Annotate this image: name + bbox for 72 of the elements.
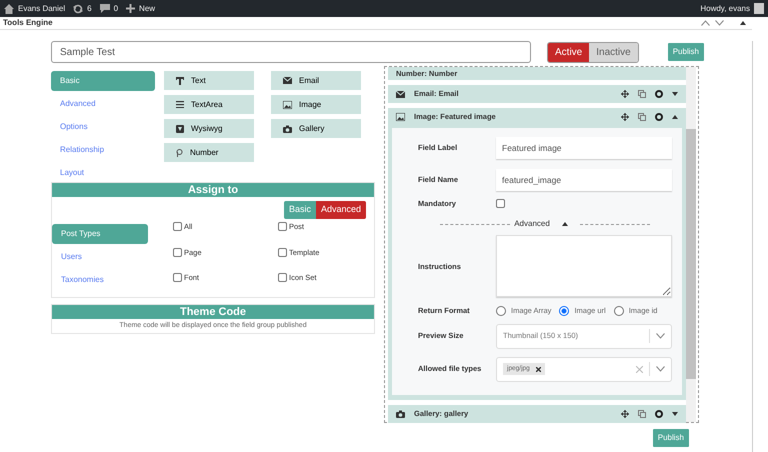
site-name[interactable]: Evans Daniel: [18, 2, 66, 14]
envelope-icon: [396, 90, 405, 98]
radio-button[interactable]: [496, 306, 506, 316]
checkbox[interactable]: [278, 222, 287, 231]
lines-icon: [176, 101, 184, 108]
sidebar-tab[interactable]: Layout: [51, 163, 155, 183]
field-type-button[interactable]: Gallery: [271, 119, 361, 138]
house-icon[interactable]: [4, 4, 14, 14]
radio-button[interactable]: [559, 306, 570, 316]
assign-tab[interactable]: Users: [52, 246, 148, 266]
caret-icon[interactable]: [740, 21, 746, 25]
text-icon: [176, 76, 184, 84]
title-field[interactable]: Sample Test: [51, 41, 531, 63]
remove-icon[interactable]: [536, 366, 541, 372]
image-icon: [283, 100, 292, 108]
comment-icon[interactable]: [100, 4, 110, 13]
settings-icon[interactable]: [655, 90, 663, 98]
field-type-button[interactable]: Wysiwyg: [164, 119, 254, 138]
field-type-button[interactable]: Text: [164, 71, 254, 90]
copy-icon[interactable]: [638, 113, 646, 121]
field-type-button[interactable]: Image: [271, 95, 361, 114]
caret-icon[interactable]: [672, 92, 678, 96]
settings-icon[interactable]: [655, 113, 663, 121]
advanced-toggle[interactable]: Advanced: [514, 218, 550, 230]
chevron-down-icon[interactable]: [656, 333, 665, 339]
checkbox[interactable]: [173, 222, 182, 231]
comments-count[interactable]: 0: [114, 2, 118, 14]
status-toggle-button[interactable]: Inactive: [589, 42, 638, 62]
envelope-icon: [283, 77, 292, 84]
sidebar-tab[interactable]: Advanced: [51, 94, 155, 114]
move-icon[interactable]: [621, 410, 629, 418]
camera-icon: [396, 410, 405, 418]
chevron-down-icon[interactable]: [715, 20, 724, 26]
copy-icon[interactable]: [638, 410, 646, 418]
scrollbar[interactable]: [686, 67, 696, 422]
checkbox[interactable]: [496, 199, 505, 208]
sidebar-tab[interactable]: Options: [51, 117, 155, 137]
radio-button[interactable]: [614, 306, 624, 316]
text-field[interactable]: Featured image: [496, 137, 672, 159]
caret-icon[interactable]: [672, 412, 678, 416]
section-header: Assign to: [52, 183, 374, 197]
status-toggle-button[interactable]: Active: [548, 42, 590, 62]
move-icon[interactable]: [621, 90, 629, 98]
sidebar-tab[interactable]: Relationship: [51, 140, 155, 160]
mode-toggle-button[interactable]: Advanced: [316, 201, 366, 218]
move-icon[interactable]: [621, 113, 629, 121]
field-type-button[interactable]: Email: [271, 71, 361, 90]
plus-icon[interactable]: [126, 4, 136, 13]
camera-icon: [283, 124, 292, 132]
checkbox[interactable]: [278, 248, 287, 257]
text-field[interactable]: featured_image: [496, 169, 672, 191]
image-icon: [396, 113, 405, 121]
field-type-button[interactable]: TextArea: [164, 95, 254, 114]
copy-icon[interactable]: [638, 90, 646, 98]
chevron-up-icon[interactable]: [701, 20, 710, 26]
pin-icon: [176, 148, 183, 156]
new-link[interactable]: New: [139, 2, 156, 14]
updates-count[interactable]: 6: [87, 2, 92, 14]
settings-icon[interactable]: [655, 410, 663, 418]
caret-icon[interactable]: [562, 222, 568, 226]
assign-tab[interactable]: Taxonomies: [52, 270, 148, 290]
refresh-icon[interactable]: [73, 4, 84, 14]
checkbox[interactable]: [173, 248, 182, 257]
field-type-button[interactable]: Number: [164, 143, 254, 162]
caret-icon[interactable]: [672, 115, 678, 119]
checkbox[interactable]: [278, 273, 287, 282]
section-header: Theme Code: [52, 304, 374, 318]
editor-icon: [176, 124, 184, 132]
chevron-down-icon[interactable]: [656, 366, 665, 372]
checkbox[interactable]: [173, 273, 182, 282]
page-title: Tools Engine: [3, 17, 53, 29]
greeting-text[interactable]: Howdy, evans: [700, 2, 750, 14]
